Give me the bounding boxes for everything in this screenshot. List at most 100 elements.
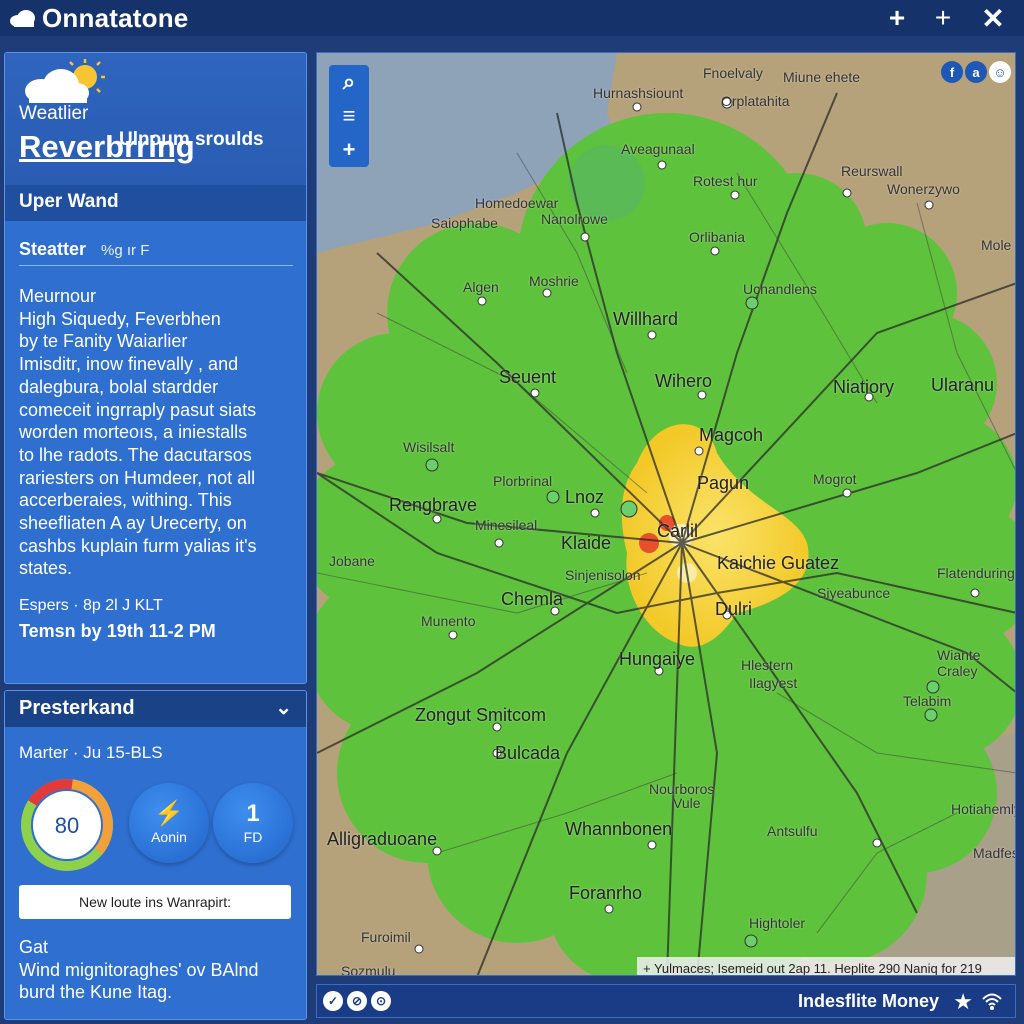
bolt-icon: ⚡ [154,800,184,827]
map-label: Aveagunaal [621,141,695,157]
share-icon[interactable]: a [965,61,987,83]
map-label: Magcoh [699,425,764,445]
map-label: Zongut Smitcom [415,705,547,725]
map-label: Antsulfu [767,823,818,839]
fd-value: 1 [246,800,260,827]
forecast-panel-header[interactable]: Presterkand ⌄ [5,691,306,727]
map-label: Saiophabe [431,215,498,231]
map-label: Sinjenisolon [565,567,641,583]
smile-icon[interactable]: ☺ [989,61,1011,83]
map-label: Telabim [903,693,952,709]
facebook-icon[interactable]: f [941,61,963,83]
map-label: Siyeabunce [817,585,891,601]
time-line: Temsn by 19th 11-2 PM [19,621,216,641]
map-label: Miune ehete [783,69,861,85]
map-label: Klaide [561,533,612,553]
weather-label: Weatlier [19,103,89,124]
forecast-line: accerberaies, withing. This [19,490,232,511]
map-label: Alligraduoane [327,829,438,849]
map-label: Kaichie Guatez [717,553,840,573]
block-icon[interactable]: ⊘ [347,991,367,1011]
stat-value: %g ır F [101,242,150,259]
map-label: Sozmulu [341,963,396,976]
map-label: Wonerzywo [887,181,960,197]
fd-button[interactable]: 1 FD [213,783,293,863]
map-label: Whannbonen [565,819,673,839]
forecast-line: rariesters on Humdeer, not all [19,467,256,488]
target-icon[interactable]: ⊙ [371,991,391,1011]
divider [19,265,293,266]
map-label: Plorbrinal [493,473,553,489]
stat-row: Steatter %g ır F [19,239,149,260]
map-label: Hlestern [741,657,794,673]
sun-cloud-icon [25,59,105,103]
footer-label[interactable]: Indesflite Money [798,991,939,1012]
map-label: Reurswall [841,163,903,179]
map-label: Lnoz [565,487,605,507]
map-label: Algen [463,279,499,295]
new-tab-button[interactable]: + [920,0,966,36]
admin-button[interactable]: ⚡ Aonin [129,783,209,863]
map-label: Fnoelvaly [703,65,763,81]
gauge: 80 [21,779,113,871]
forecast-line: comeceit ingrraply pasut siats [19,399,257,420]
close-button[interactable]: ✕ [970,0,1016,36]
radar-map[interactable]: Fnoelvaly Miune ehete Hurnashsiount Orpl… [316,52,1016,976]
map-label: Mole [981,237,1012,253]
map-label: Pagun [697,473,750,493]
forecast-line: dalegbura, bolal stardder [19,376,219,397]
map-label: Foranrho [569,883,643,903]
check-icon[interactable]: ✓ [323,991,343,1011]
add-button[interactable]: + [874,0,920,36]
map-label: Wisilsalt [403,439,455,455]
titlebar: Onnatatone + + ✕ [0,0,1024,36]
search-icon[interactable]: ⌕ [329,65,369,99]
route-input[interactable]: New loute ins Wanrapirt: [19,885,291,919]
map-label: Seuent [499,367,557,387]
map-label: Hotiahemly [951,801,1016,817]
map-label: Willhard [613,309,679,329]
forecast-line: cashbs kuplain furm yalias it's [19,535,257,556]
wifi-icon[interactable] [981,990,1003,1012]
map-label: Hungaiye [619,649,696,669]
map-label: Niatiory [833,377,895,397]
map-label: Homedoewar [475,195,559,211]
map-label: Nanolrowe [541,211,608,227]
fd-label: FD [243,829,263,845]
forecast-line: states. [19,558,73,579]
layers-icon[interactable]: ≡ [329,99,369,133]
chevron-down-icon[interactable]: ⌄ [275,695,292,720]
map-label: Orplatahita [721,93,790,109]
forecast-panel-title: Presterkand [19,697,135,719]
map-label: Wiante [937,647,981,663]
map-label: Minesileal [475,517,538,533]
admin-label: Aonin [151,829,187,845]
map-label: Rotest hur [693,173,758,189]
map-label: Mogrot [813,471,857,487]
wind-text: Wind mignitoraghes' ov BAlnd burd the Ku… [19,960,259,1002]
forecast-line: by te Fanity Waiarlier [19,331,188,352]
panel-header: Ulnoum sroulds Weatlier Reverbrring [5,53,306,185]
zoom-in-button[interactable]: + [329,133,369,167]
map-controls: ⌕ ≡ + [329,65,369,167]
star-icon[interactable]: ★ [953,989,973,1015]
map-label: Rengbrave [389,495,478,515]
gauge-value: 80 [55,813,79,838]
map-label: Vule [673,795,701,811]
forecast-line: to lhe radots. The dacutarsos [19,444,252,465]
map-status-bar: + Yulmaces; Isemeid out 2ap 11. Heplite … [637,957,1015,975]
forecast-panel: Presterkand ⌄ Marter · Ju 15-BLS 80 ⚡ Ao… [4,690,307,1020]
location-link[interactable]: Reverbrring [19,129,195,165]
footer-bar: ✓ ⊘ ⊙ Indesflite Money ★ [316,984,1016,1018]
gat-label: Gat [19,937,49,957]
meta-line: Espers · 8p 2l J KLT [19,597,163,614]
map-label: Hightoler [749,915,806,931]
map-label: Ilagyest [749,675,798,691]
map-label: Jobane [329,553,375,569]
weather-panel: Ulnoum sroulds Weatlier Reverbrring Uper… [4,52,307,684]
map-label: Dulri [715,599,753,619]
forecast-line: worden morteoıs, a iniestalls [19,422,248,443]
forecast-line: sheefliaten A ay Urecerty, on [19,513,247,534]
map-label: Carlil [657,521,699,541]
map-label: Ularanu [931,375,995,395]
